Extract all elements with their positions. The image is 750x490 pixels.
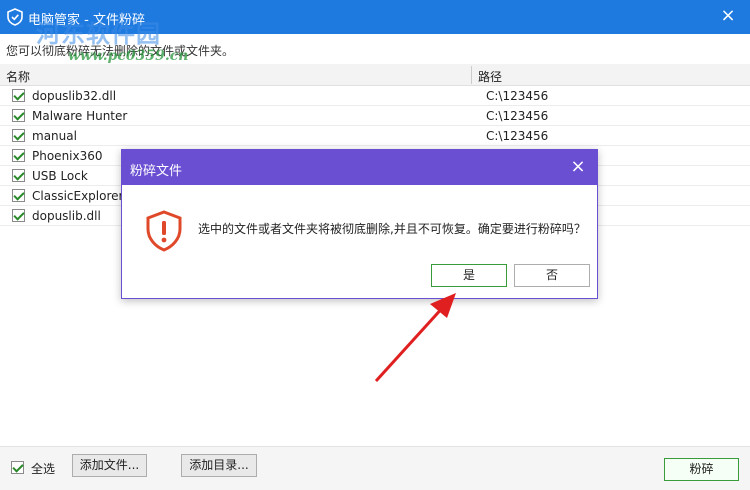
shield-icon — [7, 8, 23, 26]
confirm-dialog: 粉碎文件 × 选中的文件或者文件夹将被彻底删除,并且不可恢复。确定要进行粉碎吗？… — [121, 149, 598, 299]
row-checkbox[interactable] — [12, 129, 25, 142]
yes-button[interactable]: 是 — [431, 264, 507, 287]
hint-text: 您可以彻底粉碎无法删除的文件或文件夹。 — [6, 44, 235, 58]
title-bar: 电脑管家 - 文件粉碎 × — [0, 0, 750, 34]
close-icon[interactable]: × — [716, 5, 740, 27]
file-name: dopuslib.dll — [32, 209, 101, 223]
dialog-close-icon[interactable]: × — [567, 156, 589, 178]
dialog-message: 选中的文件或者文件夹将被彻底删除,并且不可恢复。确定要进行粉碎吗？ — [198, 222, 586, 236]
file-path: C:\123456 — [486, 89, 549, 103]
file-name: Malware Hunter — [32, 109, 128, 123]
window-title: 电脑管家 - 文件粉碎 — [28, 13, 145, 28]
dialog-title-bar[interactable]: 粉碎文件 × — [122, 150, 597, 185]
row-checkbox[interactable] — [12, 109, 25, 122]
add-file-button[interactable]: 添加文件... — [72, 454, 147, 477]
bottom-toolbar: 全选 添加文件... 添加目录... 粉碎 — [0, 446, 750, 490]
file-path: C:\123456 — [486, 109, 549, 123]
row-checkbox[interactable] — [12, 169, 25, 182]
no-button[interactable]: 否 — [514, 264, 590, 287]
hint-bar: 您可以彻底粉碎无法删除的文件或文件夹。 — [0, 34, 750, 64]
file-name: ClassicExplorer6 — [32, 189, 132, 203]
row-checkbox[interactable] — [12, 89, 25, 102]
select-all-label[interactable]: 全选 — [31, 460, 55, 477]
file-name: manual — [32, 129, 77, 143]
file-name: Phoenix360 — [32, 149, 103, 163]
column-divider[interactable] — [471, 66, 472, 84]
file-name: dopuslib32.dll — [32, 89, 117, 103]
file-path: C:\123456 — [486, 129, 549, 143]
file-row[interactable]: dopuslib32.dll C:\123456 — [0, 86, 750, 106]
column-header-name[interactable]: 名称 — [6, 68, 30, 85]
file-name: USB Lock — [32, 169, 88, 183]
file-row[interactable]: manual C:\123456 — [0, 126, 750, 146]
add-directory-button[interactable]: 添加目录... — [181, 454, 257, 477]
list-header: 名称 路径 — [0, 64, 750, 86]
row-checkbox[interactable] — [12, 149, 25, 162]
shred-button[interactable]: 粉碎 — [664, 458, 739, 481]
column-header-path[interactable]: 路径 — [478, 68, 502, 85]
select-all-checkbox[interactable] — [11, 461, 24, 474]
dialog-title: 粉碎文件 — [130, 164, 183, 179]
row-checkbox[interactable] — [12, 189, 25, 202]
warning-shield-icon — [146, 210, 182, 252]
row-checkbox[interactable] — [12, 209, 25, 222]
file-row[interactable]: Malware Hunter C:\123456 — [0, 106, 750, 126]
